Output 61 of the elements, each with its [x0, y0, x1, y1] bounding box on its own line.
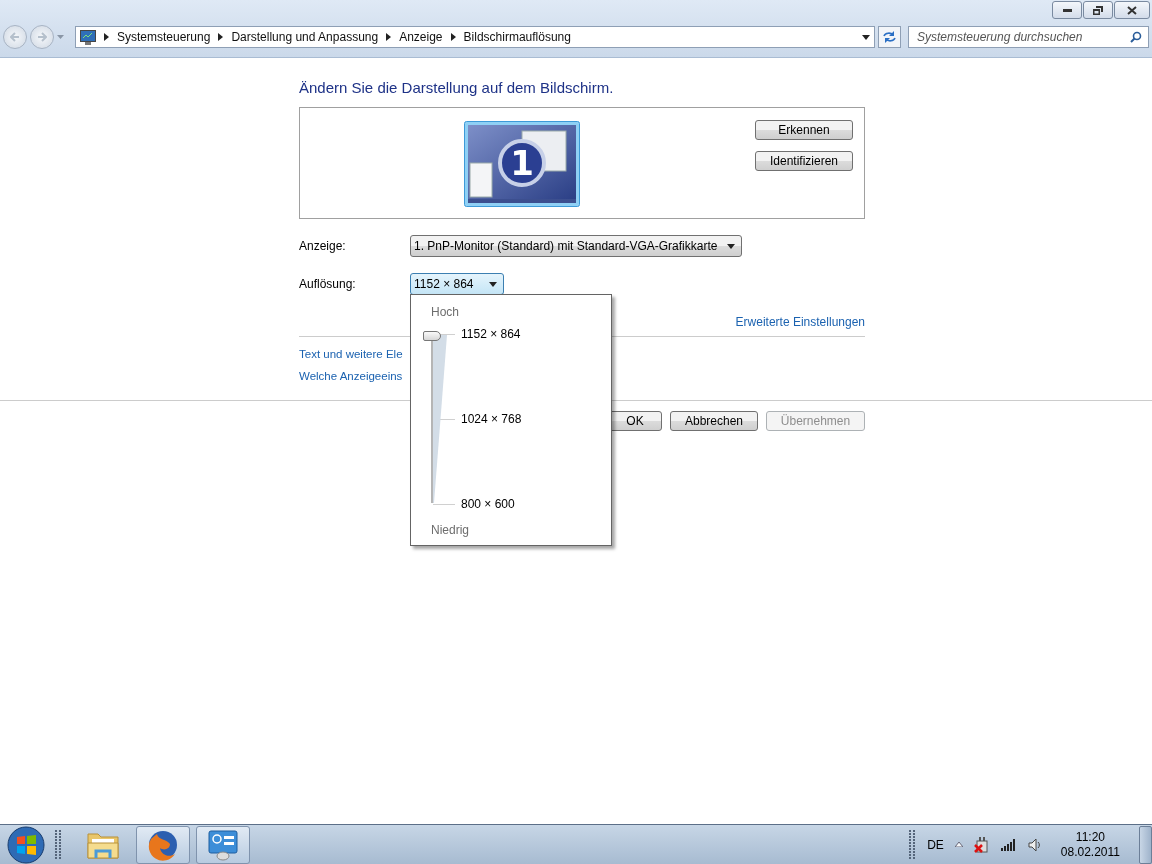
- show-desktop-button[interactable]: [1139, 825, 1152, 864]
- clock-time: 11:20: [1075, 829, 1105, 845]
- monitor-button[interactable]: Identifizieren: [755, 151, 853, 171]
- breadcrumb-item[interactable]: Anzeige: [399, 30, 443, 44]
- breadcrumb-item[interactable]: Systemsteuerung: [117, 30, 211, 44]
- page-heading: Ändern Sie die Darstellung auf dem Bildschirm.: [299, 79, 615, 96]
- right-arrow-icon: [37, 32, 47, 42]
- folder-icon: [87, 830, 119, 859]
- speaker-icon[interactable]: [1027, 837, 1042, 852]
- dialog-button[interactable]: Abbrechen: [670, 411, 758, 431]
- monitor-button[interactable]: Erkennen: [755, 120, 853, 140]
- chevron-icon: [218, 33, 224, 41]
- taskbar-button[interactable]: [136, 825, 190, 864]
- chevron-icon: [386, 33, 392, 41]
- slider-thumb[interactable]: [423, 331, 441, 341]
- resolution-tick-label: 800 × 600: [461, 497, 515, 511]
- close-button[interactable]: [1114, 1, 1150, 19]
- help-link[interactable]: Text und weitere Ele: [299, 348, 403, 360]
- chevron-icon: [104, 33, 109, 41]
- monitor-drawing[interactable]: [464, 121, 580, 207]
- caret-icon: [727, 243, 736, 249]
- restore-button[interactable]: [1083, 1, 1113, 19]
- grip-icon: [55, 829, 62, 860]
- advanced-settings-link[interactable]: Erweiterte Einstellungen: [735, 315, 865, 329]
- breadcrumb-item[interactable]: Bildschirmauflösung: [463, 30, 571, 44]
- start-button[interactable]: [6, 824, 46, 864]
- globe-icon: [147, 828, 179, 861]
- grip-icon: [909, 829, 917, 860]
- display-dropdown[interactable]: 1. PnP-Monitor (Standard) mit Standard-VGA-Grafikkarte: [410, 235, 743, 257]
- high-label: Hoch: [431, 305, 459, 319]
- caret-icon: [862, 34, 870, 40]
- address-bar[interactable]: Systemsteuerung Darstellung und Anpassung Anzeige Bildschirmauflösung: [75, 26, 875, 48]
- monitor-icon: [80, 29, 96, 45]
- field-label: Auflösung:: [299, 277, 357, 291]
- left-arrow-icon: [10, 32, 20, 42]
- resolution-tick-label: 1024 × 768: [461, 412, 522, 426]
- restore-icon: [1093, 5, 1103, 15]
- close-icon: [1127, 5, 1137, 15]
- power-plug-icon[interactable]: [973, 836, 990, 853]
- clock-date: 08.02.2011: [1060, 844, 1120, 860]
- taskbar-button[interactable]: [196, 825, 250, 864]
- help-link[interactable]: Welche Anzeigeeins: [299, 370, 403, 382]
- language-indicator[interactable]: DE: [927, 837, 944, 852]
- caret-icon: [489, 281, 497, 287]
- refresh-button[interactable]: [878, 26, 901, 48]
- control-panel-icon: [207, 828, 239, 861]
- minimize-icon: [1062, 8, 1072, 12]
- resolution-dropdown[interactable]: 1152 × 864: [410, 273, 504, 295]
- minimize-button[interactable]: [1052, 1, 1082, 19]
- breadcrumb-item[interactable]: Darstellung und Anpassung: [231, 30, 379, 44]
- low-label: Niedrig: [431, 523, 469, 537]
- signal-icon[interactable]: [1000, 838, 1017, 851]
- field-label: Anzeige:: [299, 239, 347, 253]
- resolution-tick-label: 1152 × 864: [461, 327, 521, 341]
- chevron-icon: [450, 33, 456, 41]
- refresh-icon: [883, 31, 896, 43]
- monitor-number: 1: [509, 143, 535, 183]
- clock[interactable]: 11:20 08.02.2011: [1060, 829, 1120, 860]
- search-icon: [1130, 31, 1142, 43]
- triangle-icon[interactable]: [954, 842, 963, 847]
- search-field[interactable]: Systemsteuerung durchsuchen: [908, 26, 1149, 48]
